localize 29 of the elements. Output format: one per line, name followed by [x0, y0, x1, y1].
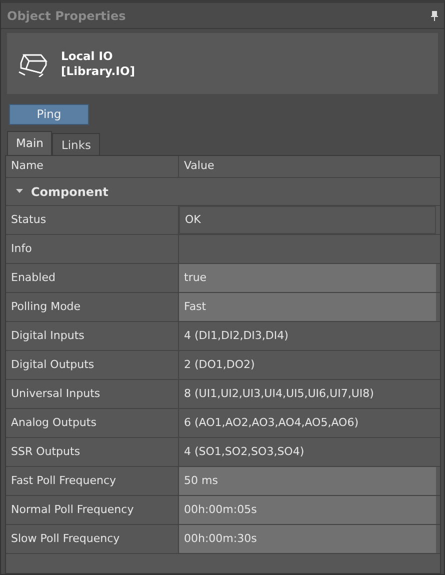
value-field[interactable]: Fast: [179, 293, 436, 321]
column-header: Name: [6, 156, 179, 177]
object-name: Local IO: [61, 48, 114, 64]
property-name: Universal Inputs: [6, 380, 179, 408]
property-name: Digital Outputs: [6, 351, 179, 379]
tab[interactable]: Links: [52, 133, 100, 155]
property-value: 4 (SO1,SO2,SO3,SO4): [183, 444, 306, 460]
ping-button[interactable]: Ping: [9, 104, 89, 125]
property-name: Info: [6, 235, 179, 263]
value-field[interactable]: 50 ms: [179, 467, 436, 495]
property-name: Analog Outputs: [6, 409, 179, 437]
property-name: Digital Inputs: [6, 322, 179, 350]
property-value: 8 (UI1,UI2,UI3,UI4,UI5,UI6,UI7,UI8): [183, 386, 375, 402]
pin-icon[interactable]: [431, 10, 438, 20]
tab[interactable]: Main: [7, 131, 52, 155]
collapse-caret-icon[interactable]: [16, 189, 23, 194]
value-field[interactable]: 00h:00m:30s: [179, 525, 436, 553]
property-value: 4 (DI1,DI2,DI3,DI4): [183, 328, 290, 344]
property-name: SSR Outputs: [6, 438, 179, 466]
panel-title: Object Properties: [7, 8, 126, 24]
column-header: Value: [183, 158, 216, 174]
value-field[interactable]: true: [179, 264, 436, 292]
property-value: OK: [179, 206, 436, 234]
value-field[interactable]: 00h:00m:05s: [179, 496, 436, 524]
property-name: Status: [6, 206, 179, 234]
property-value: 6 (AO1,AO2,AO3,AO4,AO5,AO6): [183, 414, 360, 431]
group-label: Component: [31, 184, 108, 200]
property-value: 2 (DO1,DO2): [183, 356, 256, 373]
object-type: [Library.IO]: [61, 64, 135, 78]
